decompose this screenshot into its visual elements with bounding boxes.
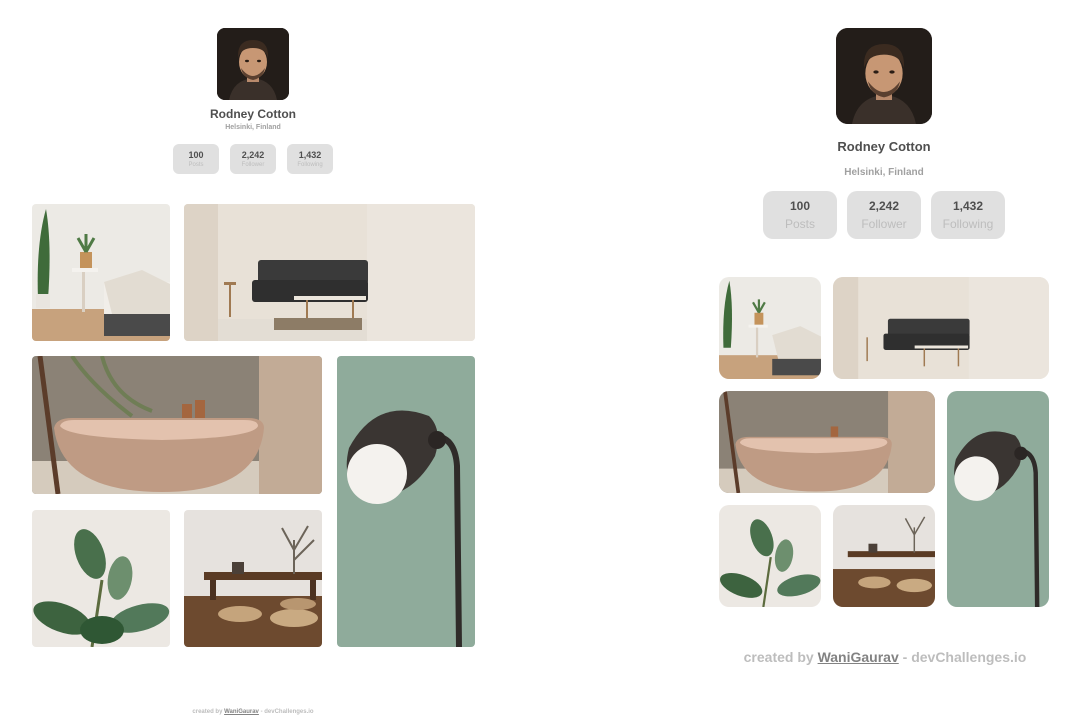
living-room-photo[interactable] xyxy=(184,204,475,341)
author-link[interactable]: WaniGaurav xyxy=(224,709,259,715)
floor-lamp-photo[interactable] xyxy=(947,391,1049,607)
bedroom-photo[interactable] xyxy=(32,204,170,341)
footer-credit: created by WaniGaurav - devChallenges.io xyxy=(120,709,386,715)
living-room-photo[interactable] xyxy=(833,277,1049,379)
floor-lamp-photo[interactable] xyxy=(337,356,475,647)
profile-panel-desktop: Rodney Cotton Helsinki, Finland 100 Post… xyxy=(700,0,1071,717)
bathtub-photo[interactable] xyxy=(719,391,935,493)
stat-label: Following xyxy=(297,162,323,168)
stat-posts[interactable]: 100 Posts xyxy=(763,191,837,239)
credit-suffix: - devChallenges.io xyxy=(902,649,1027,665)
stat-value: 1,432 xyxy=(298,150,322,160)
profile-name: Rodney Cotton xyxy=(210,107,296,121)
avatar xyxy=(217,28,289,100)
footer-credit: created by WaniGaurav - devChallenges.io xyxy=(720,649,1050,665)
stat-value: 1,432 xyxy=(952,199,984,213)
stat-posts[interactable]: 100 Posts xyxy=(173,144,219,174)
stat-label: Following xyxy=(942,217,994,231)
stat-following[interactable]: 1,432 Following xyxy=(931,191,1005,239)
stat-value: 2,242 xyxy=(868,199,900,213)
credit-prefix: created by xyxy=(743,649,814,665)
stat-label: Posts xyxy=(784,217,815,231)
author-link[interactable]: WaniGaurav xyxy=(818,649,899,665)
credit-suffix: - devChallenges.io xyxy=(260,709,314,715)
plant-photo[interactable] xyxy=(32,510,170,647)
bathtub-photo[interactable] xyxy=(32,356,322,494)
bedroom-photo[interactable] xyxy=(719,277,821,379)
stat-value: 100 xyxy=(188,150,204,160)
profile-panel-mobile: Rodney Cotton Helsinki, Finland 100 Post… xyxy=(0,0,510,717)
plant-photo[interactable] xyxy=(719,505,821,607)
profile-location: Helsinki, Finland xyxy=(225,124,281,131)
low-table-photo[interactable] xyxy=(184,510,322,647)
profile-stats: 100 Posts 2,242 Follower 1,432 Following xyxy=(754,191,1014,239)
stat-following[interactable]: 1,432 Following xyxy=(287,144,333,174)
stat-label: Follower xyxy=(861,217,907,231)
stat-follower[interactable]: 2,242 Follower xyxy=(847,191,921,239)
stat-value: 2,242 xyxy=(241,150,265,160)
stat-follower[interactable]: 2,242 Follower xyxy=(230,144,276,174)
credit-prefix: created by xyxy=(192,709,223,715)
profile-location: Helsinki, Finland xyxy=(844,167,924,178)
avatar-image xyxy=(217,28,289,100)
low-table-photo[interactable] xyxy=(833,505,935,607)
avatar xyxy=(836,28,932,124)
profile-name: Rodney Cotton xyxy=(837,139,931,154)
stat-label: Posts xyxy=(188,162,204,168)
avatar-image xyxy=(836,28,932,124)
stat-label: Follower xyxy=(241,162,265,168)
profile-stats: 100 Posts 2,242 Follower 1,432 Following xyxy=(150,144,356,174)
stat-value: 100 xyxy=(789,199,811,213)
